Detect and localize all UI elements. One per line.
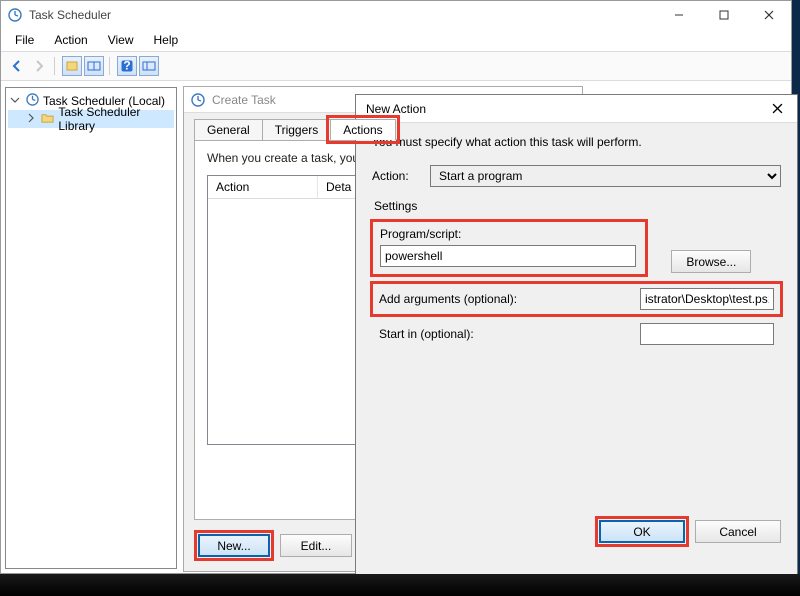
- dialog-body: You must specify what action this task w…: [356, 123, 797, 553]
- dialog-title: New Action: [356, 102, 757, 116]
- new-action-dialog: New Action You must specify what action …: [355, 94, 798, 594]
- cancel-button[interactable]: Cancel: [695, 520, 781, 543]
- tree-library-label: Task Scheduler Library: [58, 105, 174, 133]
- dialog-button-row: OK Cancel: [599, 520, 781, 543]
- separator: [109, 57, 112, 75]
- action-combo[interactable]: Start a program: [430, 165, 781, 187]
- expand-icon[interactable]: [10, 94, 22, 108]
- startin-label: Start in (optional):: [379, 327, 474, 341]
- tree-panel: Task Scheduler (Local) Task Scheduler Li…: [5, 87, 177, 569]
- close-button[interactable]: [746, 1, 791, 29]
- toolbar-btn-4[interactable]: [139, 56, 159, 76]
- arguments-input[interactable]: [640, 288, 774, 310]
- settings-legend: Settings: [374, 199, 779, 213]
- new-button[interactable]: New...: [198, 534, 270, 557]
- toolbar-btn-2[interactable]: [84, 56, 104, 76]
- menu-file[interactable]: File: [7, 31, 42, 49]
- tree-library[interactable]: Task Scheduler Library: [8, 110, 174, 128]
- expand-icon[interactable]: [26, 112, 37, 126]
- minimize-button[interactable]: [656, 1, 701, 29]
- titlebar: New Action: [356, 95, 797, 123]
- program-label: Program/script:: [380, 227, 638, 241]
- tab-triggers[interactable]: Triggers: [262, 119, 332, 140]
- menu-help[interactable]: Help: [146, 31, 187, 49]
- edit-button[interactable]: Edit...: [280, 534, 352, 557]
- menu-view[interactable]: View: [100, 31, 142, 49]
- program-input[interactable]: [380, 245, 636, 267]
- toolbar-help-button[interactable]: ?: [117, 56, 137, 76]
- settings-group: Settings Program/script: Browse... Add a…: [374, 197, 779, 355]
- col-details[interactable]: Deta: [318, 176, 360, 198]
- maximize-button[interactable]: [701, 1, 746, 29]
- forward-button[interactable]: [29, 56, 49, 76]
- menubar: File Action View Help: [1, 29, 791, 52]
- arguments-label: Add arguments (optional):: [379, 292, 517, 306]
- separator: [54, 57, 57, 75]
- instruction-text: You must specify what action this task w…: [372, 135, 781, 149]
- titlebar: Task Scheduler: [1, 1, 791, 29]
- menu-action[interactable]: Action: [46, 31, 95, 49]
- window-title: Task Scheduler: [29, 8, 656, 22]
- taskbar[interactable]: [0, 574, 800, 596]
- startin-input[interactable]: [640, 323, 774, 345]
- svg-text:?: ?: [123, 59, 130, 73]
- col-action[interactable]: Action: [208, 176, 318, 198]
- tab-actions[interactable]: Actions: [330, 119, 395, 140]
- action-label: Action:: [372, 169, 430, 183]
- browse-button[interactable]: Browse...: [671, 250, 751, 273]
- clock-icon: [7, 7, 23, 23]
- ok-button[interactable]: OK: [599, 520, 685, 543]
- clock-icon: [26, 93, 39, 109]
- toolbar: ?: [1, 52, 791, 81]
- close-button[interactable]: [757, 95, 797, 123]
- folder-icon: [41, 111, 54, 127]
- clock-icon: [190, 92, 206, 108]
- dialog-button-row: New... Edit...: [198, 534, 352, 557]
- action-row: Action: Start a program: [372, 165, 781, 187]
- back-button[interactable]: [7, 56, 27, 76]
- tab-general[interactable]: General: [194, 119, 263, 140]
- toolbar-btn-1[interactable]: [62, 56, 82, 76]
